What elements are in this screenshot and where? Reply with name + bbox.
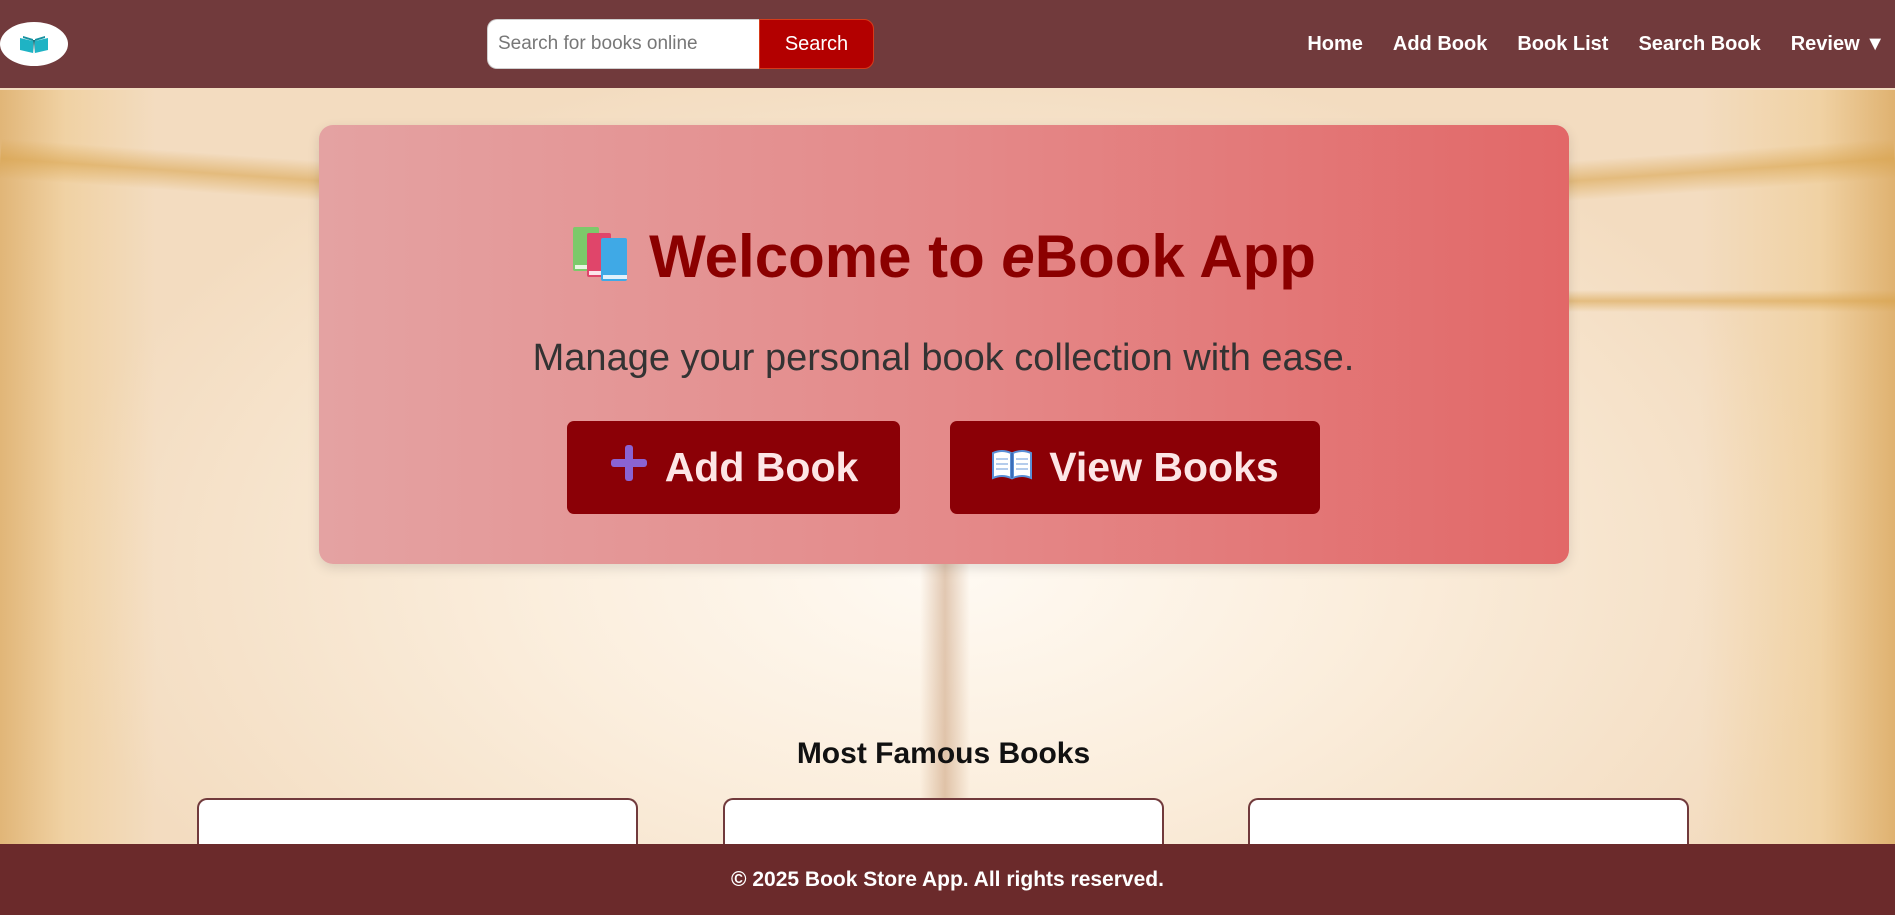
open-book-icon [20, 36, 48, 54]
hero-subtitle: Manage your personal book collection wit… [532, 337, 1355, 379]
section-title: Most Famous Books [796, 737, 1091, 770]
open-book-icon [991, 444, 1033, 491]
search-button[interactable]: Search [759, 19, 874, 69]
search-input[interactable] [487, 19, 759, 69]
add-book-label: Add Book [664, 444, 859, 490]
footer-copyright: © 2025 Book Store App. All rights reserv… [731, 867, 1164, 891]
view-books-button[interactable]: View Books [950, 421, 1320, 514]
nav-home[interactable]: Home [1307, 33, 1363, 56]
nav-search-book[interactable]: Search Book [1638, 33, 1760, 56]
navbar: Search Home Add Book Book List Search Bo… [0, 0, 1895, 88]
logo[interactable] [0, 22, 68, 66]
nav-add-book[interactable]: Add Book [1393, 33, 1487, 56]
title-rest: Book App [1034, 223, 1316, 290]
nav-book-list[interactable]: Book List [1517, 33, 1608, 56]
search-bar: Search [487, 19, 874, 69]
add-book-button[interactable]: Add Book [567, 421, 900, 514]
nav-menu: Home Add Book Book List Search Book Revi… [1307, 0, 1895, 88]
page-title: Welcome to eBook App [0, 222, 1887, 297]
footer: © 2025 Book Store App. All rights reserv… [0, 844, 1895, 915]
view-books-label: View Books [1049, 444, 1279, 490]
nav-review-dropdown[interactable]: Review ▼ [1791, 33, 1885, 56]
books-icon [571, 225, 633, 297]
title-emphasis: e [1001, 223, 1035, 290]
title-prefix: Welcome to [649, 223, 1002, 290]
plus-icon [609, 443, 649, 493]
